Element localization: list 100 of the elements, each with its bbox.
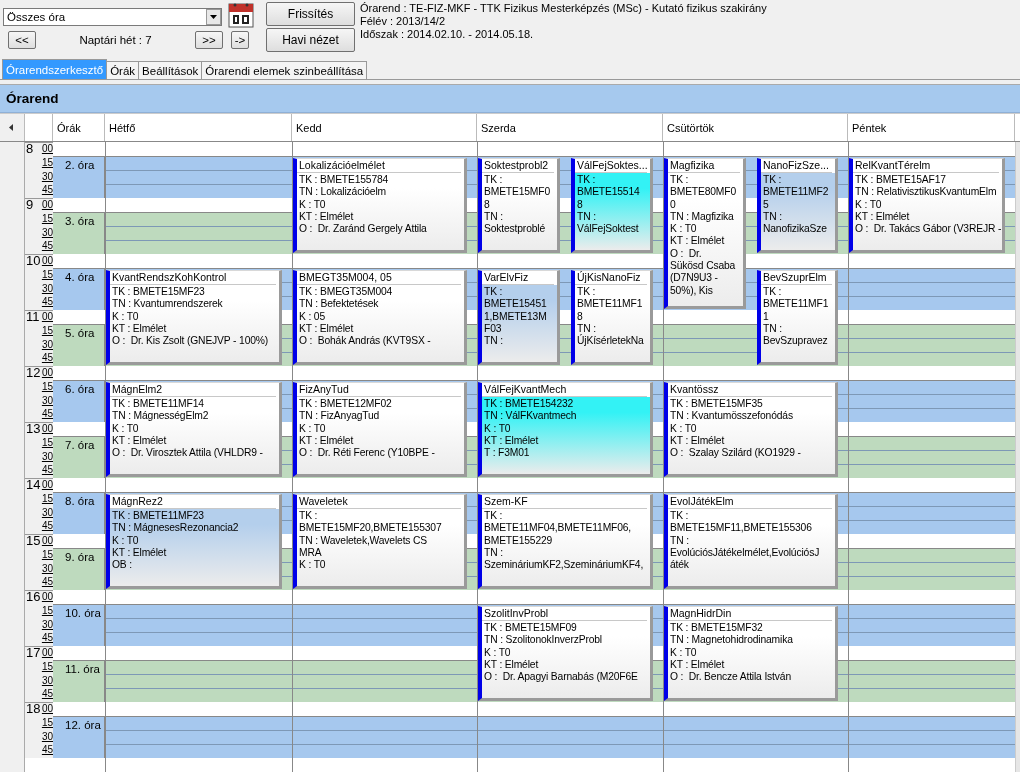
minute-label: 30 xyxy=(41,674,53,688)
event-title: Szem-KF xyxy=(482,495,647,509)
period-cell: 11. óra xyxy=(53,660,105,702)
event-title: Waveletek xyxy=(297,495,461,509)
event-card[interactable]: Szem-KF TK : BMETE11MF04,BMETE11MF06, BMETE155229 TN : SzemináriumKF2,SzemináriumKF4, xyxy=(478,494,653,589)
tab[interactable]: Beállítások xyxy=(138,61,203,79)
minute-label: 15 xyxy=(41,212,53,226)
minute-label: 45 xyxy=(41,632,53,646)
event-card[interactable]: KvantRendszKohKontrol TK : BMETE15MF23 TN : Kvantumrendszerek K : T0 KT : Elmélet O : Dr. Kis Zsolt (GNEJVP - 100%) xyxy=(106,270,282,365)
refresh-button[interactable]: Frissítés xyxy=(266,2,355,26)
month-view-button[interactable]: Havi nézet xyxy=(266,28,355,52)
event-detail-line: TK : BMETE15AF17 xyxy=(855,174,947,187)
event-detail-line: BMETE11MF2 xyxy=(763,186,830,199)
event-detail-line: ÚjKísérletekNa xyxy=(577,335,645,348)
event-card[interactable]: NanoFizSze... TK : BMETE11MF2 5 TN : NanofizikaSze xyxy=(757,158,838,253)
event-card[interactable]: Waveletek TK : BMETE15MF20,BMETE155307 TN : Waveletek,Wavelets CS MRA K : T0 xyxy=(293,494,467,589)
event-detail-line: O : Dr. Takács Gábor (V3REJR - xyxy=(855,223,1000,236)
event-detail-line: KT : Elmélet xyxy=(484,434,540,448)
event-title: RelKvantTérelm xyxy=(853,159,999,173)
minute-label: 00 xyxy=(41,199,53,212)
event-detail-line: BevSzupravez xyxy=(763,335,829,348)
period-cell: 6. óra xyxy=(53,380,105,422)
next-week-button[interactable]: >> xyxy=(195,31,223,49)
event-title: NanoFizSze... xyxy=(761,159,832,173)
event-card[interactable]: Soktestprobl2 TK : BMETE15MF0 8 TN : Soktestproblé xyxy=(478,158,560,253)
event-detail-line: TK : xyxy=(763,286,783,299)
event-card[interactable]: ÚjKisNanoFiz TK : BMETE11MF1 8 TN : ÚjKísérletekNa xyxy=(571,270,653,365)
hour-label: 14 xyxy=(25,479,41,494)
event-detail-line: KT : Elmélet xyxy=(112,434,168,448)
minute-label: 15 xyxy=(41,380,53,394)
event-detail-line: BMETE11MF04,BMETE11MF06, xyxy=(484,522,633,535)
column-header: Órák xyxy=(57,121,81,134)
minute-label: 45 xyxy=(41,576,53,590)
vertical-scrollbar[interactable] xyxy=(1015,142,1020,772)
event-detail-line: O : Dr. Bencze Attila István xyxy=(670,671,792,684)
go-button[interactable]: -> xyxy=(231,31,249,49)
event-detail-line: TK : BMETE15MF09 xyxy=(484,622,578,635)
event-detail-line: 8 xyxy=(577,310,584,323)
minute-label: 00 xyxy=(41,647,53,660)
event-detail-line: 1,BMETE13M xyxy=(484,310,548,323)
event-card[interactable]: VálFejSoktes... TK : BMETE15514 8 TN : VálFejSoktest xyxy=(571,158,653,253)
event-card[interactable]: MágnElm2 TK : BMETE11MF14 TN : MágnességElm2 K : T0 KT : Elmélet O : Dr. Virosztek Attila (VHLDR9 - xyxy=(106,382,282,477)
hour-label: 18 xyxy=(25,703,41,718)
event-detail-line: TN : xyxy=(670,534,690,547)
event-title: FizAnyTud xyxy=(297,383,461,397)
minute-label: 30 xyxy=(41,170,53,184)
scroll-left-icon[interactable] xyxy=(9,124,14,132)
event-detail-line: K : T0 xyxy=(112,534,140,547)
event-detail-line: TK : xyxy=(577,286,597,299)
event-card[interactable]: MagnHidrDin TK : BMETE15MF32 TN : Magnetohidrodinamika K : T0 KT : Elmélet O : Dr. Bencze Attila István xyxy=(664,606,838,701)
calendar-icon[interactable] xyxy=(228,2,254,28)
event-detail-line: K : T0 xyxy=(670,223,698,236)
event-detail-line: TK : xyxy=(670,174,690,187)
event-detail-line: KT : Elmélet xyxy=(112,546,168,560)
event-detail-line: KT : Elmélet xyxy=(299,434,355,448)
event-title: Lokalizációelmélet xyxy=(297,159,461,173)
event-title: Kvantössz xyxy=(668,383,832,397)
event-detail-line: TN : Waveletek,Wavelets CS xyxy=(299,534,429,547)
event-card[interactable]: MágnRez2 TK : BMETE11MF23 TN : MágnesesRezonancia2 K : T0 KT : Elmélet OB : xyxy=(106,494,282,589)
minute-label: 15 xyxy=(41,268,53,282)
minute-label: 00 xyxy=(41,423,53,436)
column-header: Kedd xyxy=(296,121,322,134)
info-text: Időszak : 2014.02.10. - 2014.05.18. xyxy=(360,28,535,41)
event-detail-line: TN : xyxy=(484,546,504,560)
event-card[interactable]: RelKvantTérelm TK : BMETE15AF17 TN : RelativisztikusKvantumElm K : T0 KT : Elmélet O : Dr. Takács Gábor (V3REJR - xyxy=(849,158,1005,253)
panel-title: Órarend xyxy=(0,85,1020,114)
event-card[interactable]: Magfizika TK : BMETE80MF0 0 TN : Magfizika K : T0 KT : Elmélet O : Dr. Sükösd Csaba (D7N9U3 - 50%), Kis xyxy=(664,158,746,309)
event-detail-line: TK : BMETE12MF02 xyxy=(299,398,393,411)
event-card[interactable]: Lokalizációelmélet TK : BMETE155784 TN : Lokalizációelm K : T0 KT : Elmélet O : Dr. Zaránd Gergely Attila xyxy=(293,158,467,253)
period-cell: 12. óra xyxy=(53,716,105,758)
event-card[interactable]: BevSzuprElm TK : BMETE11MF1 1 TN : BevSzupravez xyxy=(757,270,838,365)
event-detail-line: 0 xyxy=(670,198,677,211)
event-detail-line: BMETE15MF0 xyxy=(484,186,552,199)
event-detail-line: TK : BMETE154232 xyxy=(484,398,575,411)
event-card[interactable]: Kvantössz TK : BMETE15MF35 TN : Kvantumösszefonódás K : T0 KT : Elmélet O : Szalay Szilárd (KO1929 - xyxy=(664,382,838,477)
event-card[interactable]: BMEGT35M004, 05 TK : BMEGT35M004 TN : Befektetések K : 05 KT : Elmélet O : Bohák András (KVT9SX - xyxy=(293,270,467,365)
event-detail-line: TN : SzolitonokInverzProbl xyxy=(484,634,603,647)
event-card[interactable]: FizAnyTud TK : BMETE12MF02 TN : FizAnyagTud K : T0 KT : Elmélet O : Dr. Réti Ferenc (Y10BPE - xyxy=(293,382,467,477)
event-detail-line: MRA xyxy=(299,546,323,560)
event-card[interactable]: SzolitInvProbl TK : BMETE15MF09 TN : SzolitonokInverzProbl K : T0 KT : Elmélet O : Dr. Apagyi Barnabás (M20F6E xyxy=(478,606,653,701)
period-cell: 8. óra xyxy=(53,492,105,534)
event-detail-line: O : Dr. Réti Ferenc (Y10BPE - xyxy=(299,447,436,460)
event-detail-line: TN : Kvantumrendszerek xyxy=(112,298,224,311)
event-detail-line: K : T0 xyxy=(670,422,698,435)
event-title: VálFejSoktes... xyxy=(575,159,647,173)
tab[interactable]: Órarendi elemek szinbeállítása xyxy=(201,61,368,79)
event-title: EvolJátékElm xyxy=(668,495,832,509)
event-card[interactable]: VarElvFiz TK : BMETE15451 1,BMETE13M F03 TN : xyxy=(478,270,560,365)
event-detail-line: T : F3M01 xyxy=(484,447,531,460)
previous-week-button[interactable]: << xyxy=(8,31,36,49)
minute-label: 45 xyxy=(41,352,53,366)
minute-label: 15 xyxy=(41,660,53,674)
tab[interactable]: Órák xyxy=(106,61,140,79)
event-card[interactable]: EvolJátékElm TK : BMETE15MF11,BMETE155306 TN : EvolúciósJátékelmélet,EvolúciósJ áték xyxy=(664,494,838,589)
event-detail-line: OB : xyxy=(112,559,133,572)
minute-label: 15 xyxy=(41,716,53,730)
minute-label: 45 xyxy=(41,520,53,534)
event-detail-line: TK : xyxy=(299,510,319,523)
event-card[interactable]: VálFejKvantMech TK : BMETE154232 TN : VálFKvantmech K : T0 KT : Elmélet T : F3M01 xyxy=(478,382,653,477)
view-select[interactable]: Összes óra xyxy=(3,7,222,26)
